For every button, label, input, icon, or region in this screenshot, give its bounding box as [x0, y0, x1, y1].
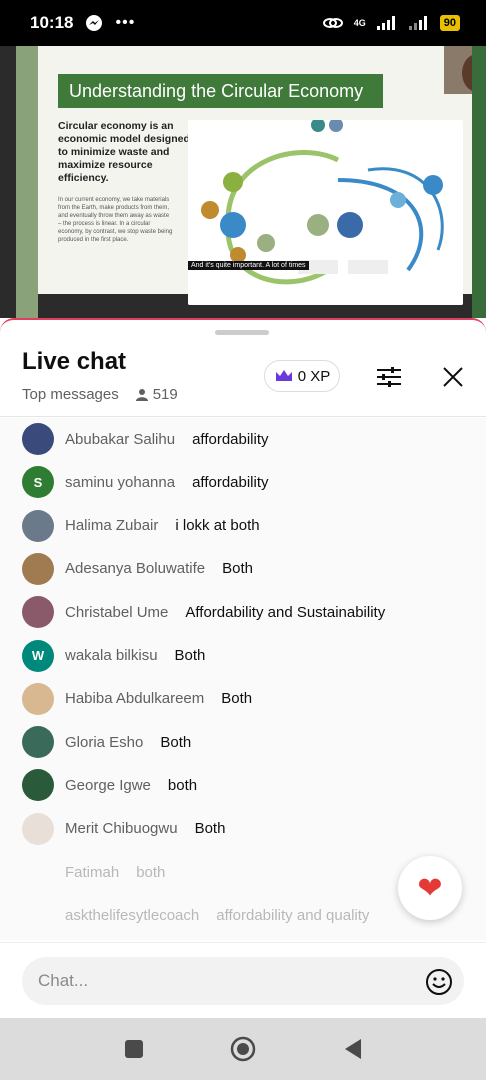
close-chat-button[interactable]	[440, 362, 466, 392]
message-text: both	[167, 776, 198, 794]
home-circle-icon	[230, 1036, 256, 1062]
slide-caption: And it's quite important. A lot of times	[188, 261, 309, 270]
message-author[interactable]: Halima Zubair	[65, 517, 158, 534]
message-author[interactable]: wakala bilkisu	[65, 647, 158, 664]
message-text: Both	[194, 820, 226, 838]
message-author[interactable]: George Igwe	[65, 777, 151, 794]
avatar[interactable]: W	[22, 639, 54, 672]
slide-right-band	[472, 46, 486, 318]
slide-left-band	[16, 46, 38, 318]
signal-icon-2	[408, 16, 427, 30]
chat-settings-button[interactable]	[374, 362, 404, 392]
status-bar: 10:18 ••• 4G 90	[0, 0, 486, 46]
heart-reaction-button[interactable]: ❤	[398, 856, 462, 920]
back-triangle-icon	[345, 1039, 361, 1059]
slide-title: Understanding the Circular Economy	[58, 74, 383, 108]
message-text: affordability	[192, 430, 269, 448]
emoji-icon[interactable]	[424, 967, 454, 997]
system-navigation-bar	[0, 1018, 486, 1080]
xp-button[interactable]: 0 XP	[264, 360, 340, 392]
signal-icon	[376, 16, 395, 30]
message-text: i lokk at both	[175, 517, 260, 535]
more-notifications-icon: •••	[115, 14, 136, 31]
chat-message[interactable]: Halima Zubair i lokk at both	[22, 509, 260, 543]
header-divider	[0, 416, 486, 417]
avatar[interactable]	[22, 769, 54, 802]
chat-message[interactable]: Merit Chibuogwu Both	[22, 812, 225, 846]
chat-message[interactable]: Abubakar Salihu affordability	[22, 422, 269, 456]
chat-message[interactable]: Christabel Ume Affordability and Sustaina…	[22, 595, 385, 629]
viewer-count-value: 519	[152, 386, 178, 403]
presentation-slide: Understanding the Circular Economy Circu…	[38, 46, 486, 305]
chat-message[interactable]: George Igwe both	[22, 768, 197, 802]
message-author[interactable]: Adesanya Boluwatife	[65, 560, 205, 577]
message-text: Both	[174, 647, 206, 664]
recent-apps-button[interactable]	[121, 1036, 147, 1062]
slide-body-text: In our current economy, we take material…	[58, 197, 173, 243]
avatar[interactable]	[22, 596, 54, 629]
chat-message[interactable]: Habiba Abdulkareem Both	[22, 682, 252, 716]
circular-economy-diagram	[188, 120, 463, 305]
message-author[interactable]: Habiba Abdulkareem	[65, 690, 204, 707]
chat-message[interactable]: askthelifesytlecoach affordability and qu…	[22, 898, 369, 932]
crown-icon	[275, 370, 292, 381]
avatar[interactable]	[22, 682, 54, 715]
chat-message[interactable]: Ssaminu yohanna affordability	[22, 465, 269, 499]
video-player[interactable]: Understanding the Circular Economy Circu…	[0, 46, 486, 318]
avatar[interactable]	[22, 552, 54, 585]
viewer-count: 519	[135, 386, 178, 403]
message-author[interactable]: Christabel Ume	[65, 604, 168, 621]
back-button[interactable]	[340, 1036, 366, 1062]
message-author[interactable]: Merit Chibuogwu	[65, 820, 178, 837]
message-text: affordability	[192, 473, 269, 491]
chat-input-area	[0, 942, 486, 1020]
message-author[interactable]: Gloria Esho	[65, 734, 143, 751]
person-icon	[135, 388, 148, 401]
xp-label: 0 XP	[297, 367, 331, 385]
chat-message[interactable]: Fatimah both	[22, 855, 165, 889]
chat-input[interactable]	[22, 957, 464, 1005]
avatar[interactable]	[22, 726, 54, 759]
chat-message[interactable]: Gloria Esho Both	[22, 725, 191, 759]
avatar[interactable]	[22, 423, 54, 455]
message-text: Both	[160, 733, 192, 751]
chat-message[interactable]: Adesanya Boluwatife Both	[22, 552, 253, 586]
chat-filter-dropdown[interactable]: Top messages 519	[22, 386, 178, 403]
chat-message[interactable]: Wwakala bilkisu Both	[22, 639, 205, 673]
message-text: Affordability and Sustainability	[185, 603, 386, 621]
heart-icon: ❤	[417, 871, 443, 905]
close-icon	[443, 367, 463, 387]
live-chat-panel: Live chat Top messages 519 0 XP Abubakar…	[0, 318, 486, 1020]
sliders-icon	[377, 367, 401, 387]
message-author[interactable]: askthelifesytlecoach	[65, 907, 199, 924]
battery-indicator: 90	[439, 15, 460, 31]
drag-handle[interactable]	[215, 330, 269, 335]
message-text: both	[136, 863, 166, 881]
message-author[interactable]: Abubakar Salihu	[65, 431, 175, 448]
chat-subtitle: Top messages	[22, 386, 119, 403]
avatar[interactable]	[22, 509, 54, 542]
avatar[interactable]	[22, 812, 54, 845]
chat-title: Live chat	[22, 348, 127, 375]
network-type: 4G	[353, 18, 366, 28]
hotspot-link-icon	[322, 18, 343, 28]
message-author[interactable]: Fatimah	[65, 864, 119, 881]
avatar[interactable]: S	[22, 466, 54, 499]
message-text: Both	[222, 560, 253, 578]
messenger-icon	[86, 15, 103, 31]
square-icon	[125, 1040, 143, 1058]
home-button[interactable]	[230, 1036, 256, 1062]
message-author[interactable]: saminu yohanna	[65, 474, 175, 491]
slide-lead-text: Circular economy is an economic model de…	[58, 120, 190, 184]
status-time: 10:18	[30, 13, 74, 32]
message-text: affordability and quality	[216, 906, 370, 924]
message-text: Both	[221, 690, 253, 708]
